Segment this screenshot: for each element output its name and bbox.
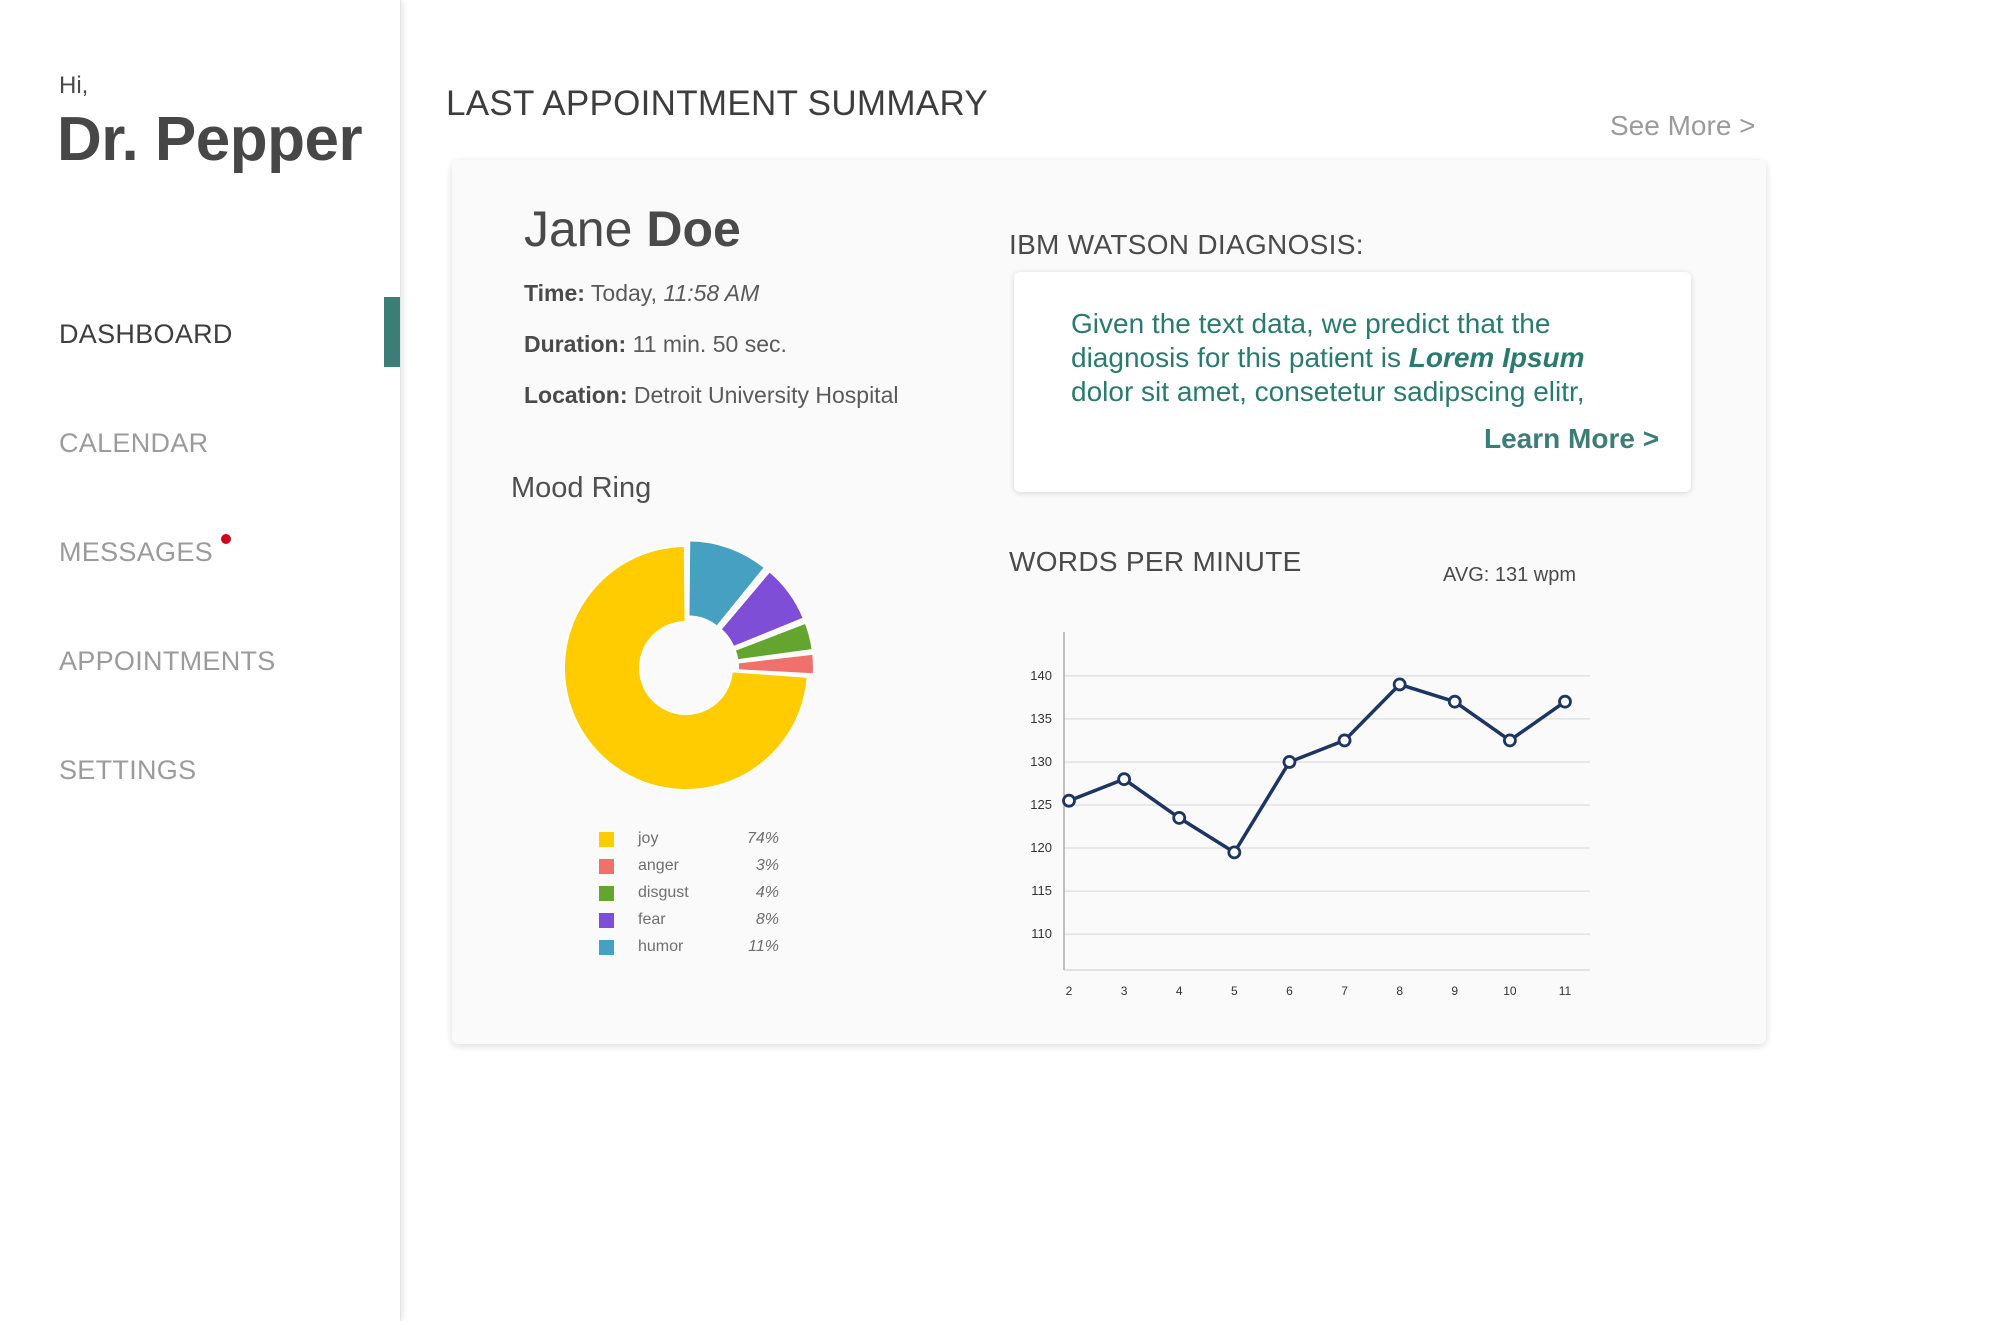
data-point (1447, 694, 1462, 709)
x-tick-label: 10 (1503, 984, 1517, 998)
time-label: Time: (524, 280, 585, 306)
legend-percent: 8% (755, 911, 779, 928)
patient-first-name: Jane (524, 201, 633, 257)
legend-item-humor: humor 11% (599, 936, 779, 963)
data-point (1062, 793, 1076, 808)
nav-item-appointments[interactable]: APPOINTMENTS (59, 646, 276, 677)
data-point (1337, 733, 1352, 748)
y-tick-label: 115 (1031, 883, 1052, 898)
appointment-location: Location: Detroit University Hospital (524, 382, 898, 409)
legend-label: humor (638, 938, 684, 955)
x-tick-label: 8 (1396, 984, 1403, 998)
data-point (1172, 811, 1187, 825)
legend-item-joy: joy 74% (599, 828, 779, 855)
legend-label: disgust (638, 884, 689, 901)
y-tick-label: 135 (1030, 711, 1052, 726)
legend-item-disgust: disgust 4% (599, 882, 779, 909)
legend-label: fear (638, 911, 666, 928)
user-name: Dr. Pepper (57, 105, 363, 174)
x-tick-label: 9 (1451, 984, 1458, 998)
legend-percent: 11% (748, 938, 779, 955)
duration-label: Duration: (524, 331, 627, 357)
diagnosis-text: Given the text data, we predict that the… (1071, 307, 1631, 409)
legend-percent: 4% (755, 884, 779, 901)
legend-swatch (599, 913, 614, 928)
x-tick-label: 3 (1121, 984, 1128, 998)
x-tick-label: 7 (1341, 984, 1348, 998)
nav-item-messages[interactable]: MESSAGES (59, 537, 213, 568)
wpm-average: AVG: 131 wpm (1443, 564, 1577, 586)
legend-item-anger: anger 3% (599, 855, 779, 882)
greeting: Hi, (59, 72, 89, 99)
learn-more-link[interactable]: Learn More > (1484, 423, 1659, 455)
x-tick-label: 4 (1176, 984, 1183, 998)
duration-value: 11 min. 50 sec. (632, 331, 787, 357)
time-day: Today, (590, 280, 657, 306)
legend-swatch (599, 886, 614, 901)
x-tick-label: 2 (1066, 984, 1073, 998)
data-point (1117, 772, 1132, 787)
legend-swatch (599, 832, 614, 847)
patient-last-name: Doe (646, 201, 741, 257)
legend-label: anger (638, 857, 679, 874)
nav-item-dashboard[interactable]: DASHBOARD (59, 319, 233, 350)
diagnosis-text-after: dolor sit amet, consetetur sadipscing el… (1071, 376, 1585, 407)
time-value: 11:58 AM (663, 280, 760, 306)
legend-swatch (599, 859, 614, 874)
legend-label: joy (638, 830, 659, 847)
mood-ring-chart (563, 540, 814, 791)
y-tick-label: 125 (1030, 797, 1052, 812)
data-point (1502, 733, 1517, 748)
y-tick-label: 110 (1031, 926, 1052, 941)
legend-percent: 3% (755, 857, 779, 874)
sidebar: Hi, Dr. Pepper DASHBOARD CALENDAR MESSAG… (0, 0, 401, 1321)
see-more-link[interactable]: See More > (1610, 110, 1756, 142)
series-line (1068, 682, 1567, 855)
wpm-title: WORDS PER MINUTE (1009, 546, 1302, 577)
x-tick-label: 6 (1286, 984, 1293, 998)
mood-ring-title: Mood Ring (511, 472, 652, 504)
diagnosis-highlight: Lorem Ipsum (1408, 342, 1585, 373)
patient-name: Jane Doe (524, 200, 741, 258)
y-tick-label: 140 (1030, 668, 1052, 683)
data-point (1392, 677, 1407, 692)
nav-item-calendar[interactable]: CALENDAR (59, 428, 208, 459)
active-nav-indicator (384, 297, 400, 367)
diagnosis-title: IBM WATSON DIAGNOSIS: (1009, 229, 1364, 260)
legend-item-fear: fear 8% (599, 909, 779, 936)
x-tick-label: 5 (1231, 984, 1238, 998)
location-label: Location: (524, 382, 628, 408)
appointment-time: Time: Today, 11:58 AM (524, 280, 759, 307)
data-point (1282, 755, 1297, 769)
location-value: Detroit University Hospital (633, 382, 899, 408)
data-point (1227, 845, 1242, 860)
page-title: LAST APPOINTMENT SUMMARY (446, 84, 989, 123)
nav-item-settings[interactable]: SETTINGS (59, 755, 196, 786)
legend-swatch (599, 940, 614, 955)
wpm-line-chart: 110 115 120 125 130 135 140 2 3 4 5 6 7 8 9 10 11 (1030, 632, 1590, 998)
y-tick-label: 130 (1030, 754, 1052, 769)
y-tick-label: 120 (1030, 840, 1052, 855)
notification-dot (221, 534, 231, 544)
data-point (1558, 694, 1572, 709)
legend-percent: 74% (746, 830, 779, 847)
appointment-duration: Duration: 11 min. 50 sec. (524, 331, 787, 358)
mood-ring-legend: joy 74% anger 3% disgust 4% fear 8% humor 11% (599, 828, 779, 963)
x-tick-label: 11 (1559, 984, 1572, 998)
